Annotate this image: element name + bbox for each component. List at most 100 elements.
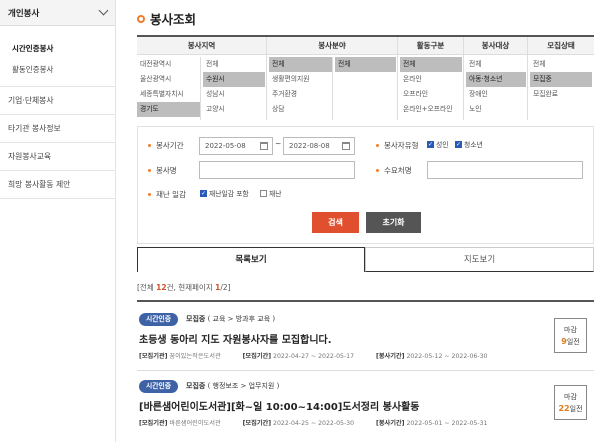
tab-map-view[interactable]: 지도보기: [365, 247, 594, 272]
search-button[interactable]: 검색: [312, 212, 359, 233]
type-youth-checkbox[interactable]: ✓ 청소년: [455, 139, 483, 149]
checkbox-checked-icon[interactable]: ✓: [455, 140, 462, 148]
city-option[interactable]: 전체: [203, 57, 265, 72]
deadline-days: 22: [558, 404, 570, 413]
deadline-label: 마감: [564, 326, 577, 334]
chevron-down-icon[interactable]: [98, 5, 109, 16]
sidebar-header[interactable]: 개인봉사: [0, 0, 115, 26]
vol-value: 2022-05-01 ~ 2022-05-31: [406, 420, 488, 427]
cert-badge: 시간인증: [139, 380, 179, 393]
calendar-icon[interactable]: [342, 142, 350, 150]
checkbox-checked-icon[interactable]: ✓: [427, 140, 434, 148]
field-list: 전체 생활편의지원 주거환경 상담: [269, 57, 333, 120]
field-option[interactable]: 상담: [269, 102, 332, 117]
target-option-selected[interactable]: 아동·청소년: [466, 72, 526, 87]
region-option-selected[interactable]: 경기도: [137, 102, 200, 117]
checkbox-checked-icon[interactable]: ✓: [200, 189, 207, 197]
disaster-only-label: 재난: [269, 190, 282, 198]
card-title[interactable]: 초등생 동아리 지도 자원봉사자를 모집합니다.: [139, 331, 332, 346]
activity-option[interactable]: 온라인: [400, 72, 462, 87]
recruit-value: 2022-04-25 ~ 2022-05-30: [273, 420, 355, 427]
filter-recruit-header: 모집상태: [528, 37, 594, 55]
count-prefix: [전체: [137, 283, 157, 292]
cert-badge: 시간인증: [139, 313, 179, 326]
filter-activity: 활동구분 전체 온라인 오프라인 온라인+오프라인: [398, 37, 464, 120]
deadline-label: 마감: [564, 393, 577, 401]
category-text: ( 행정보조 > 업무지원 ): [207, 382, 280, 390]
type-adult-checkbox[interactable]: ✓ 성인: [427, 139, 449, 149]
sidebar-item-other-org[interactable]: 타기관 봉사정보: [0, 115, 115, 143]
filter-recruit: 모집상태 전체 모집중 모집완료: [528, 37, 594, 120]
org-meta: [모집기관] 바른샘어린이도서관: [139, 420, 231, 427]
recruit-list: 전체 모집중 모집완료: [530, 57, 592, 102]
field-option[interactable]: 주거환경: [269, 87, 332, 102]
recruit-option-selected[interactable]: 모집중: [530, 72, 592, 87]
sidebar-item-corporate[interactable]: 기업·단체봉사: [0, 87, 115, 115]
volunteer-card[interactable]: 시간인증 모집중 ( 행정보조 > 업무지원 ) [바른샘어린이도서관][화~일…: [137, 380, 594, 442]
page-title: 봉사조회: [137, 9, 196, 28]
city-option-selected[interactable]: 수원시: [203, 72, 265, 87]
field-option-selected[interactable]: 전체: [269, 57, 332, 72]
count-total: 12: [156, 283, 167, 292]
filter-field-header: 봉사분야: [267, 37, 397, 55]
target-option[interactable]: 노인: [466, 102, 526, 117]
demand-label: 수요처명: [376, 165, 412, 176]
activity-option-selected[interactable]: 전체: [400, 57, 462, 72]
start-date-value: 2022-05-08: [205, 142, 246, 150]
recruit-status: 모집중 ( 행정보조 > 업무지원 ): [186, 381, 279, 391]
vol-meta: [봉사기간] 2022-05-12 ~ 2022-06-30: [376, 353, 497, 360]
recruit-option[interactable]: 전체: [530, 57, 592, 72]
volunteer-card[interactable]: 시간인증 모집중 ( 교육 > 방과후 교육 ) 초등생 동아리 지도 자원봉사…: [137, 313, 594, 371]
end-date-input[interactable]: 2022-08-08: [283, 137, 355, 155]
name-input[interactable]: [199, 161, 355, 179]
sidebar-item-time-cert[interactable]: 시간인증봉사: [12, 38, 115, 59]
card-title[interactable]: [바른샘어린이도서관][화~일 10:00~14:00]도서정리 봉사활동: [139, 398, 419, 413]
org-label: [모집기관]: [139, 353, 168, 360]
target-option[interactable]: 전체: [466, 57, 526, 72]
org-value: 바른샘어린이도서관: [169, 420, 221, 427]
region-option[interactable]: 대전광역시: [137, 57, 200, 72]
status-text: 모집중: [186, 315, 206, 323]
filter-region: 봉사지역 대전광역시 울산광역시 세종특별자치시 경기도 전체 수원시 성남시 …: [137, 37, 267, 120]
sidebar-item-activity-cert[interactable]: 활동인증봉사: [12, 59, 115, 80]
checkbox-icon[interactable]: [260, 189, 267, 197]
city-option[interactable]: 고양시: [203, 102, 265, 117]
recruit-option[interactable]: 모집완료: [530, 87, 592, 102]
activity-option[interactable]: 온라인+오프라인: [400, 102, 462, 117]
sidebar-item-education[interactable]: 자원봉사교육: [0, 143, 115, 171]
city-option[interactable]: 성남시: [203, 87, 265, 102]
calendar-icon[interactable]: [260, 142, 268, 150]
type-label: 봉사자유형: [376, 140, 419, 151]
region-city-list: 전체 수원시 성남시 고양시: [203, 57, 265, 117]
field-option[interactable]: 생활편의지원: [269, 72, 332, 87]
target-option[interactable]: 장애인: [466, 87, 526, 102]
recruit-status: 모집중 ( 교육 > 방과후 교육 ): [186, 314, 275, 324]
filter-activity-header: 활동구분: [398, 37, 463, 55]
region-option[interactable]: 세종특별자치시: [137, 87, 200, 102]
field-sub-option-selected[interactable]: 전체: [335, 57, 396, 72]
recruit-meta: [모집기간] 2022-04-27 ~ 2022-05-17: [243, 353, 364, 360]
vol-label: [봉사기간]: [376, 353, 405, 360]
disaster-include-checkbox[interactable]: ✓ 재난일감 포함: [200, 188, 249, 198]
region-option[interactable]: 울산광역시: [137, 72, 200, 87]
reset-button[interactable]: 초기화: [366, 212, 421, 233]
end-date-value: 2022-08-08: [289, 142, 330, 150]
start-date-input[interactable]: 2022-05-08: [199, 137, 273, 155]
deadline-badge: 마감 22일전: [554, 385, 587, 420]
recruit-label: [모집기간]: [242, 353, 272, 360]
demand-label-text: 수요처명: [384, 166, 412, 175]
deadline-unit: 일전: [569, 405, 583, 413]
title-bullet-icon: [137, 14, 145, 23]
disaster-only-checkbox[interactable]: 재난: [260, 188, 282, 198]
sidebar-submenu: 시간인증봉사 활동인증봉사: [0, 26, 115, 87]
vol-value: 2022-05-12 ~ 2022-06-30: [406, 353, 488, 360]
sidebar-item-proposal[interactable]: 희망 봉사활동 제안: [0, 171, 115, 199]
demand-input[interactable]: [427, 161, 583, 179]
disaster-label-text: 재난 일감: [156, 190, 186, 199]
tab-list-view[interactable]: 목록보기: [137, 247, 365, 272]
filter-target: 봉사대상 전체 아동·청소년 장애인 노인: [464, 37, 528, 120]
activity-option[interactable]: 오프라인: [400, 87, 462, 102]
date-tilde: ~: [275, 139, 282, 148]
period-label: 봉사기간: [148, 140, 184, 151]
card-meta: [모집기관] 바른샘어린이도서관 [모집기간] 2022-04-25 ~ 202…: [139, 418, 507, 427]
